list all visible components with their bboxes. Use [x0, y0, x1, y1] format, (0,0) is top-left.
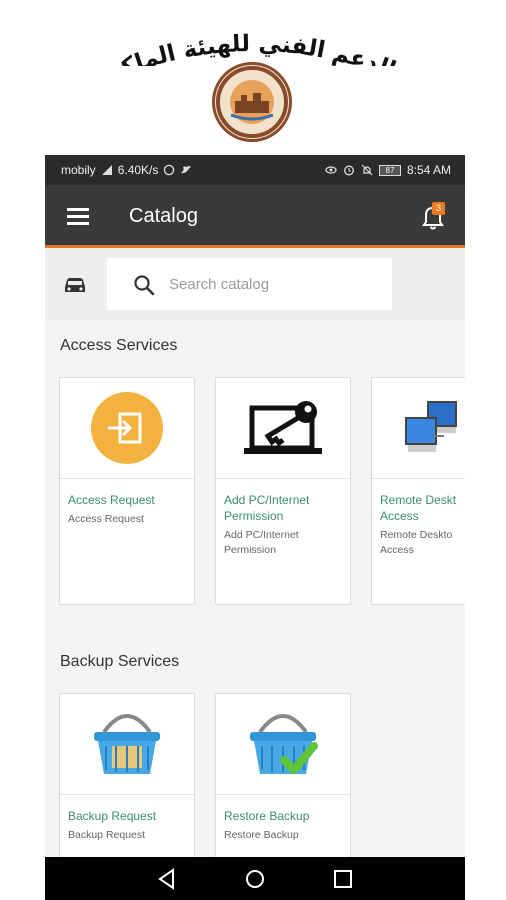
- catalog-card-remote-desktop[interactable]: Remote Deskt Access Remote Deskto Access: [371, 377, 465, 605]
- catalog-card-access-request[interactable]: Access Request Access Request: [59, 377, 195, 605]
- section-title-backup: Backup Services: [60, 653, 180, 670]
- basket-icon: [94, 714, 160, 774]
- app-bar: Catalog 3: [45, 185, 465, 248]
- card-image: [60, 694, 194, 795]
- signal-icon: [101, 165, 112, 175]
- car-icon[interactable]: [62, 273, 88, 295]
- search-box: [107, 258, 392, 310]
- promo-title: تطبيق الدعم الفني للهيئة الملكية بينبع: [39, 31, 472, 66]
- notification-badge: 3: [432, 202, 445, 215]
- search-icon: [134, 275, 155, 296]
- battery-icon: 87: [378, 164, 401, 176]
- card-title: Access Request: [68, 493, 155, 507]
- whatsapp-icon: [164, 164, 175, 176]
- eye-icon: [325, 166, 337, 174]
- status-bar: mobily 6.40K/s 87 8:54 AM: [45, 155, 465, 185]
- card-subtitle: Add PC/Internet Permission: [224, 529, 299, 556]
- recent-apps-icon[interactable]: [329, 865, 357, 893]
- network-computers-icon: [405, 401, 457, 452]
- phone-screen: mobily 6.40K/s 87 8:54 AM Catalog 3 Sear…: [45, 155, 465, 900]
- catalog-card-add-pc-internet[interactable]: Add PC/Internet Permission Add PC/Intern…: [215, 377, 351, 605]
- clock: 8:54 AM: [406, 163, 451, 177]
- hamburger-menu-icon[interactable]: [65, 205, 91, 227]
- home-icon[interactable]: [241, 865, 269, 893]
- basket-check-icon: [250, 714, 318, 774]
- card-subtitle: Remote Deskto Access: [380, 529, 453, 556]
- search-row: [45, 248, 465, 320]
- card-title: Remote Deskt Access: [380, 493, 457, 523]
- card-subtitle: Restore Backup: [224, 829, 299, 841]
- network-speed: 6.40K/s: [117, 163, 159, 177]
- card-image: [60, 378, 194, 479]
- back-icon[interactable]: [153, 865, 181, 893]
- card-image: [216, 378, 350, 479]
- svg-text:تطبيق الدعم الفني للهيئة الملك: تطبيق الدعم الفني للهيئة الملكية بينبع: [39, 31, 472, 66]
- mute-bell-icon: [361, 164, 373, 176]
- battery-level: 87: [385, 165, 395, 175]
- card-title: Restore Backup: [224, 809, 310, 823]
- card-subtitle: Access Request: [68, 513, 144, 525]
- card-image: [372, 378, 465, 479]
- login-icon: [91, 392, 163, 464]
- card-title: Add PC/Internet Permission: [224, 493, 310, 523]
- royal-commission-logo: [212, 62, 292, 142]
- search-input[interactable]: [169, 268, 379, 300]
- navigation-bar: [45, 857, 465, 900]
- alarm-icon: [344, 165, 354, 176]
- laptop-key-icon: [244, 401, 322, 454]
- promo-title-text: تطبيق الدعم الفني للهيئة الملكية بينبع: [39, 31, 472, 66]
- notifications-button[interactable]: 3: [415, 199, 451, 235]
- section-title-access: Access Services: [60, 337, 178, 354]
- twitter-icon: [181, 166, 192, 174]
- page-title: Catalog: [129, 205, 198, 227]
- card-subtitle: Backup Request: [68, 829, 146, 841]
- card-image: [216, 694, 350, 795]
- card-title: Backup Request: [68, 809, 157, 823]
- carrier-label: mobily: [61, 163, 96, 177]
